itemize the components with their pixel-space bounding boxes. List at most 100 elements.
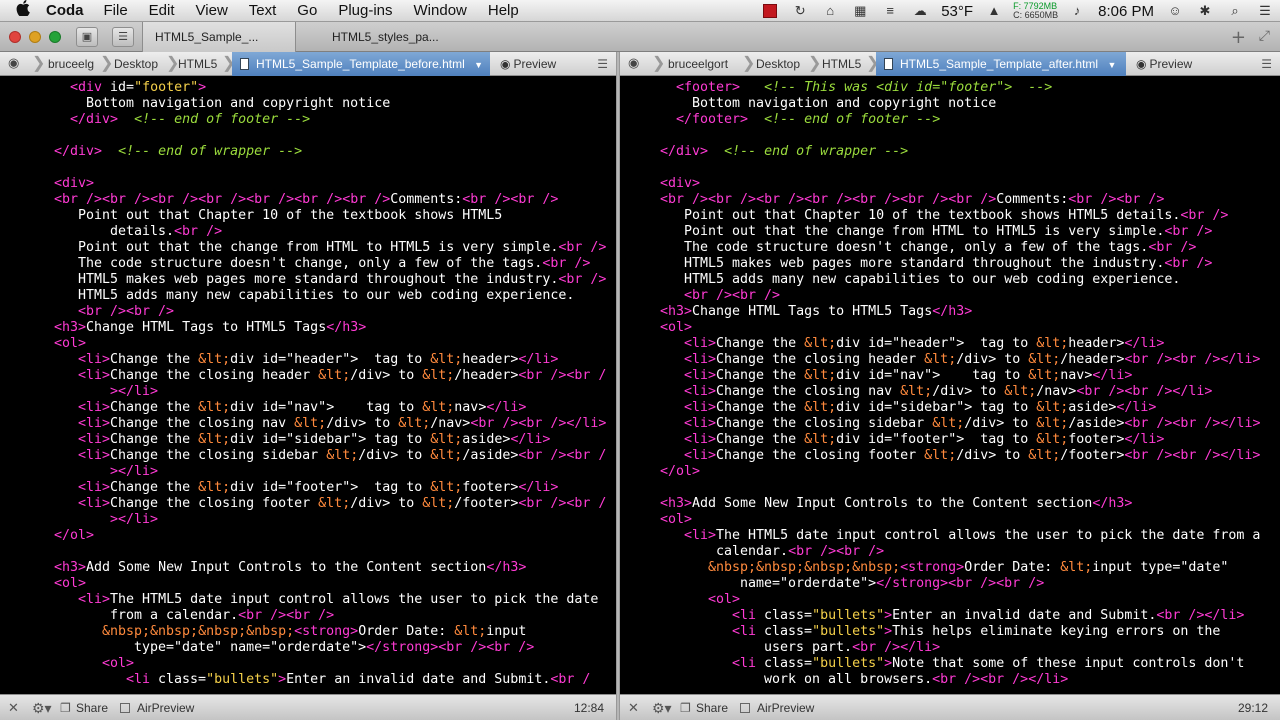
close-icon[interactable]: ✕ [628,695,639,720]
code-token: Point out that the change from HTML to H… [78,240,559,255]
code-token: <h3> [660,496,693,511]
breadcrumb-file[interactable]: HTML5_Sample_Template_before.html ▼ [232,52,490,76]
breadcrumb-user[interactable]: bruceelg [42,52,100,76]
code-token: &lt; [198,480,231,495]
memory-readout[interactable]: F: 7792MB C: 6650MB [1013,2,1058,20]
breadcrumb-folder[interactable]: HTML5 [816,52,867,76]
code-editor-right[interactable]: 44<footer> <!-- This was <div id="footer… [660,76,1280,694]
line-number-gutter [620,76,656,694]
code-token: > [884,608,893,623]
code-token: name="orderdate"> [740,576,877,591]
code-line: ></li> [110,384,158,400]
tab-html5-sample[interactable]: HTML5_Sample_... [142,22,296,52]
menu-edit[interactable]: Edit [149,2,175,19]
code-token: <li> [78,592,111,607]
drive-icon[interactable]: ▦ [851,3,869,19]
sites-icon[interactable]: ▣ [76,27,98,47]
window-minimize-button[interactable] [29,31,41,43]
code-token: <li> [78,368,111,383]
code-token: HTML5 adds many new capabilities to our … [78,288,575,303]
code-token: &lt; [1028,368,1061,383]
sliders-icon[interactable]: ≡ [881,3,899,19]
share-button[interactable]: Share [76,695,108,720]
eye-icon[interactable]: ◉ [628,56,646,70]
breadcrumb-user[interactable]: bruceelgort [662,52,734,76]
code-token: <li> [684,400,717,415]
menu-plugins[interactable]: Plug-ins [338,2,392,19]
app-menu[interactable]: Coda [46,2,84,19]
code-token: > [884,656,893,671]
code-line: name="orderdate"></strong><br /><br /> [740,576,1044,592]
crumb-separator-icon: ❯ [652,55,666,72]
home-icon[interactable]: ⌂ [821,3,839,19]
code-token: <br /><br /> [788,544,885,559]
clock[interactable]: 8:06 PM [1098,3,1154,20]
share-icon: ❐ [680,701,691,715]
cursor-position[interactable]: 12:84 [574,695,604,720]
preview-button[interactable]: ◉ Preview [1136,52,1192,76]
fullscreen-icon[interactable]: ⤢ [1259,28,1270,44]
airpreview-checkbox[interactable] [120,703,130,713]
window-close-button[interactable] [9,31,21,43]
volume-icon[interactable]: ♪ [1068,3,1086,19]
breadcrumb-file[interactable]: HTML5_Sample_Template_after.html ▼ [876,52,1126,76]
menu-text[interactable]: Text [249,2,277,19]
sidebar-toggle-icon[interactable]: ☰ [112,27,134,47]
code-token: <br /><br /></li> [1124,448,1261,463]
code-editor-left[interactable]: 44<div id="footer">45Bottom navigation a… [38,76,613,694]
user-icon[interactable]: ☺ [1166,3,1184,19]
breadcrumb-desktop[interactable]: Desktop [750,52,806,76]
code-token: Enter an invalid date and Submit. [892,608,1157,623]
new-tab-icon[interactable]: + [1231,27,1246,48]
menu-help[interactable]: Help [488,2,519,19]
code-token: &lt; [1036,336,1069,351]
airpreview-label[interactable]: AirPreview [757,695,814,720]
airpreview-checkbox[interactable] [740,703,750,713]
code-token: </h3> [1092,496,1133,511]
code-token: /aside> [462,448,519,463]
eye-icon[interactable]: ◉ [8,56,26,70]
code-token: <li> [78,416,111,431]
record-icon[interactable] [763,4,778,18]
cursor-position[interactable]: 29:12 [1238,695,1268,720]
code-token: header> [462,352,519,367]
temperature[interactable]: 53°F [941,3,973,20]
code-token: &lt; [804,336,837,351]
eye-icon: ◉ [500,57,511,71]
gear-icon[interactable]: ⚙▾ [652,695,672,720]
apple-menu-icon[interactable] [0,0,46,21]
breadcrumb-folder[interactable]: HTML5 [172,52,223,76]
file-icon [884,58,893,70]
menu-file[interactable]: File [104,2,128,19]
code-line: <li>Change the closing footer &lt;/div> … [684,448,1260,464]
bluetooth-icon[interactable]: ✱ [1196,3,1214,19]
code-token: <li [732,624,765,639]
tab-html5-styles[interactable]: HTML5_styles_pa... [320,22,480,52]
code-token: </div> [660,144,709,159]
menu-window[interactable]: Window [414,2,467,19]
sync-icon[interactable]: ↻ [791,3,809,19]
code-token: nav> [1060,368,1093,383]
window-zoom-button[interactable] [49,31,61,43]
gear-icon[interactable]: ⚙▾ [32,695,52,720]
crumb-separator-icon: ❯ [866,55,880,72]
code-token: <br /></li> [1156,608,1245,623]
spotlight-search-icon[interactable]: ⌕ [1226,3,1244,19]
list-menu-icon[interactable]: ☰ [597,52,608,76]
code-token: Order Date: [964,560,1061,575]
notification-list-icon[interactable]: ☰ [1256,3,1274,19]
code-token: The code structure doesn't change, only … [684,240,1149,255]
monitor-icon[interactable]: ▲ [985,3,1003,19]
weather-icon[interactable]: ☁ [911,3,929,19]
preview-button[interactable]: ◉ Preview [500,52,556,76]
code-token: Change the closing header [110,368,319,383]
menu-view[interactable]: View [196,2,228,19]
breadcrumb-desktop[interactable]: Desktop [108,52,164,76]
menu-go[interactable]: Go [297,2,317,19]
close-icon[interactable]: ✕ [8,695,19,720]
code-token: Change the closing footer [110,496,319,511]
code-line: The code structure doesn't change, only … [684,240,1196,256]
share-button[interactable]: Share [696,695,728,720]
list-menu-icon[interactable]: ☰ [1261,52,1272,76]
airpreview-label[interactable]: AirPreview [137,695,194,720]
